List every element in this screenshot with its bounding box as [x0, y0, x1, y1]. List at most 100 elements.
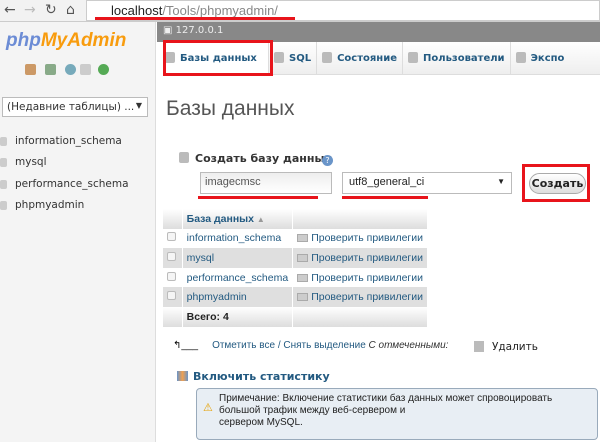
uncheck-all-link[interactable]: Снять выделение — [283, 340, 365, 351]
logo[interactable]: phpMyAdmin — [6, 30, 126, 52]
arrow-up-icon: ↰___ — [173, 340, 199, 351]
db-label: information_schema — [15, 135, 122, 147]
database-icon — [0, 157, 7, 167]
sidebar-db-item[interactable]: phpmyadmin — [0, 199, 84, 219]
enable-stats-link[interactable]: Включить статистику — [177, 370, 330, 383]
total-count: Всего: 4 — [182, 306, 294, 327]
recent-tables-select[interactable]: (Недавние таблицы) ... ▼ — [2, 97, 148, 117]
notice-text-line2: сервером MySQL. — [219, 417, 303, 428]
db-name-input[interactable]: imagecmsc — [200, 172, 332, 194]
sidebar-db-item[interactable]: performance_schema — [0, 178, 129, 198]
warning-icon: ⚠ — [203, 402, 213, 414]
db-link[interactable]: performance_schema — [187, 272, 289, 284]
db-cell: mysql — [182, 248, 294, 268]
sql-icon — [274, 52, 284, 63]
tab-sql[interactable]: SQL — [269, 42, 318, 75]
row-checkbox[interactable] — [167, 291, 176, 301]
column-header-database[interactable]: База данных ▲ — [182, 209, 294, 229]
database-icon — [0, 136, 7, 146]
db-cell: information_schema — [182, 228, 294, 249]
users-icon — [408, 52, 418, 63]
server-breadcrumb[interactable]: ▣ 127.0.0.1 — [157, 22, 600, 42]
table-header: База данных ▲ — [163, 209, 428, 229]
recent-tables-label: (Недавние таблицы) ... — [7, 101, 135, 113]
annotation-underline-collation — [342, 196, 428, 199]
row-checkbox[interactable] — [167, 232, 176, 242]
action-cell: Проверить привилегии — [292, 228, 428, 249]
sidebar-db-item[interactable]: information_schema — [0, 135, 122, 155]
table-row: phpmyadmin Проверить привилегии — [163, 287, 428, 307]
collation-value: utf8_general_ci — [349, 176, 425, 188]
tab-users[interactable]: Пользователи — [403, 42, 511, 75]
db-cell: performance_schema — [182, 267, 294, 288]
with-selected-label: С отмеченными: — [368, 340, 449, 351]
help-icon[interactable] — [65, 64, 76, 75]
logo-myadmin: MyAdmin — [40, 30, 127, 51]
chevron-down-icon: ▼ — [497, 177, 505, 186]
annotation-underline-dbname — [198, 196, 318, 199]
delete-label: Удалить — [492, 341, 538, 353]
notice-box: ⚠ Примечание: Включение статистики баз да… — [196, 388, 598, 440]
database-icon — [0, 179, 7, 189]
total-empty — [163, 306, 183, 327]
forward-icon[interactable]: → — [24, 2, 36, 18]
check-privileges-link[interactable]: Проверить привилегии — [311, 272, 423, 284]
row-check — [163, 248, 183, 268]
db-link[interactable]: mysql — [187, 252, 214, 264]
page-title: Базы данных — [166, 97, 295, 120]
tab-export[interactable]: Экспо — [511, 42, 570, 75]
tab-status[interactable]: Состояние — [317, 42, 403, 75]
delete-icon — [474, 341, 484, 352]
create-db-label: Создать базу данных — [179, 152, 332, 165]
action-cell: Проверить привилегии — [292, 287, 428, 307]
help-icon[interactable]: ? — [322, 155, 333, 166]
table-row: information_schema Проверить привилегии — [163, 228, 428, 249]
table-row: mysql Проверить привилегии — [163, 248, 428, 268]
database-icon — [0, 200, 7, 210]
action-cell: Проверить привилегии — [292, 248, 428, 268]
delete-button[interactable]: Удалить — [474, 341, 538, 353]
check-all-link[interactable]: Отметить все — [212, 340, 275, 351]
notice-text: Примечание: Включение статистики баз дан… — [219, 393, 553, 416]
check-privileges-link[interactable]: Проверить привилегии — [311, 232, 423, 244]
export-icon — [515, 52, 526, 63]
home-icon[interactable] — [25, 64, 36, 75]
db-label: phpmyadmin — [15, 199, 85, 211]
bulk-actions: ↰___ Отметить все / Снять выделение С отм… — [173, 340, 449, 351]
enable-stats-label: Включить статистику — [193, 370, 330, 383]
databases-table: База данных ▲ information_schema Проверит… — [163, 209, 428, 327]
db-link[interactable]: phpmyadmin — [187, 291, 247, 303]
tab-label: Экспо — [530, 53, 565, 64]
logout-icon[interactable] — [45, 64, 56, 75]
docs-icon[interactable] — [80, 64, 91, 75]
create-db-text: Создать базу данных — [195, 152, 332, 165]
row-check — [163, 267, 183, 288]
status-icon — [322, 52, 333, 63]
db-cell: phpmyadmin — [182, 287, 294, 307]
action-cell: Проверить привилегии — [292, 267, 428, 288]
url-path: /Tools/phpmyadmin/ — [162, 3, 278, 18]
row-checkbox[interactable] — [167, 251, 176, 261]
refresh-icon[interactable] — [98, 64, 109, 75]
annotation-box-create — [522, 164, 590, 202]
new-database-icon — [179, 152, 189, 163]
table-total-row: Всего: 4 — [163, 306, 428, 327]
privileges-icon — [297, 273, 309, 282]
logo-php: php — [6, 30, 41, 51]
sort-asc-icon: ▲ — [256, 214, 265, 224]
home-icon[interactable]: ⌂ — [66, 2, 75, 18]
sidebar-db-item[interactable]: mysql — [0, 156, 47, 176]
check-privileges-link[interactable]: Проверить привилегии — [311, 291, 423, 303]
stats-icon — [177, 371, 188, 381]
db-link[interactable]: information_schema — [187, 232, 282, 244]
browser-toolbar: ← → ↻ ⌂ localhost/Tools/phpmyadmin/ — [0, 0, 600, 22]
back-icon[interactable]: ← — [4, 2, 16, 18]
server-name: 127.0.0.1 — [175, 25, 224, 36]
reload-icon[interactable]: ↻ — [45, 2, 57, 18]
check-privileges-link[interactable]: Проверить привилегии — [311, 252, 423, 264]
collation-select[interactable]: utf8_general_ci ▼ — [342, 172, 512, 194]
row-checkbox[interactable] — [167, 271, 176, 281]
header-label: База данных — [186, 212, 254, 225]
table-row: performance_schema Проверить привилегии — [163, 267, 428, 288]
db-label: performance_schema — [15, 178, 129, 190]
